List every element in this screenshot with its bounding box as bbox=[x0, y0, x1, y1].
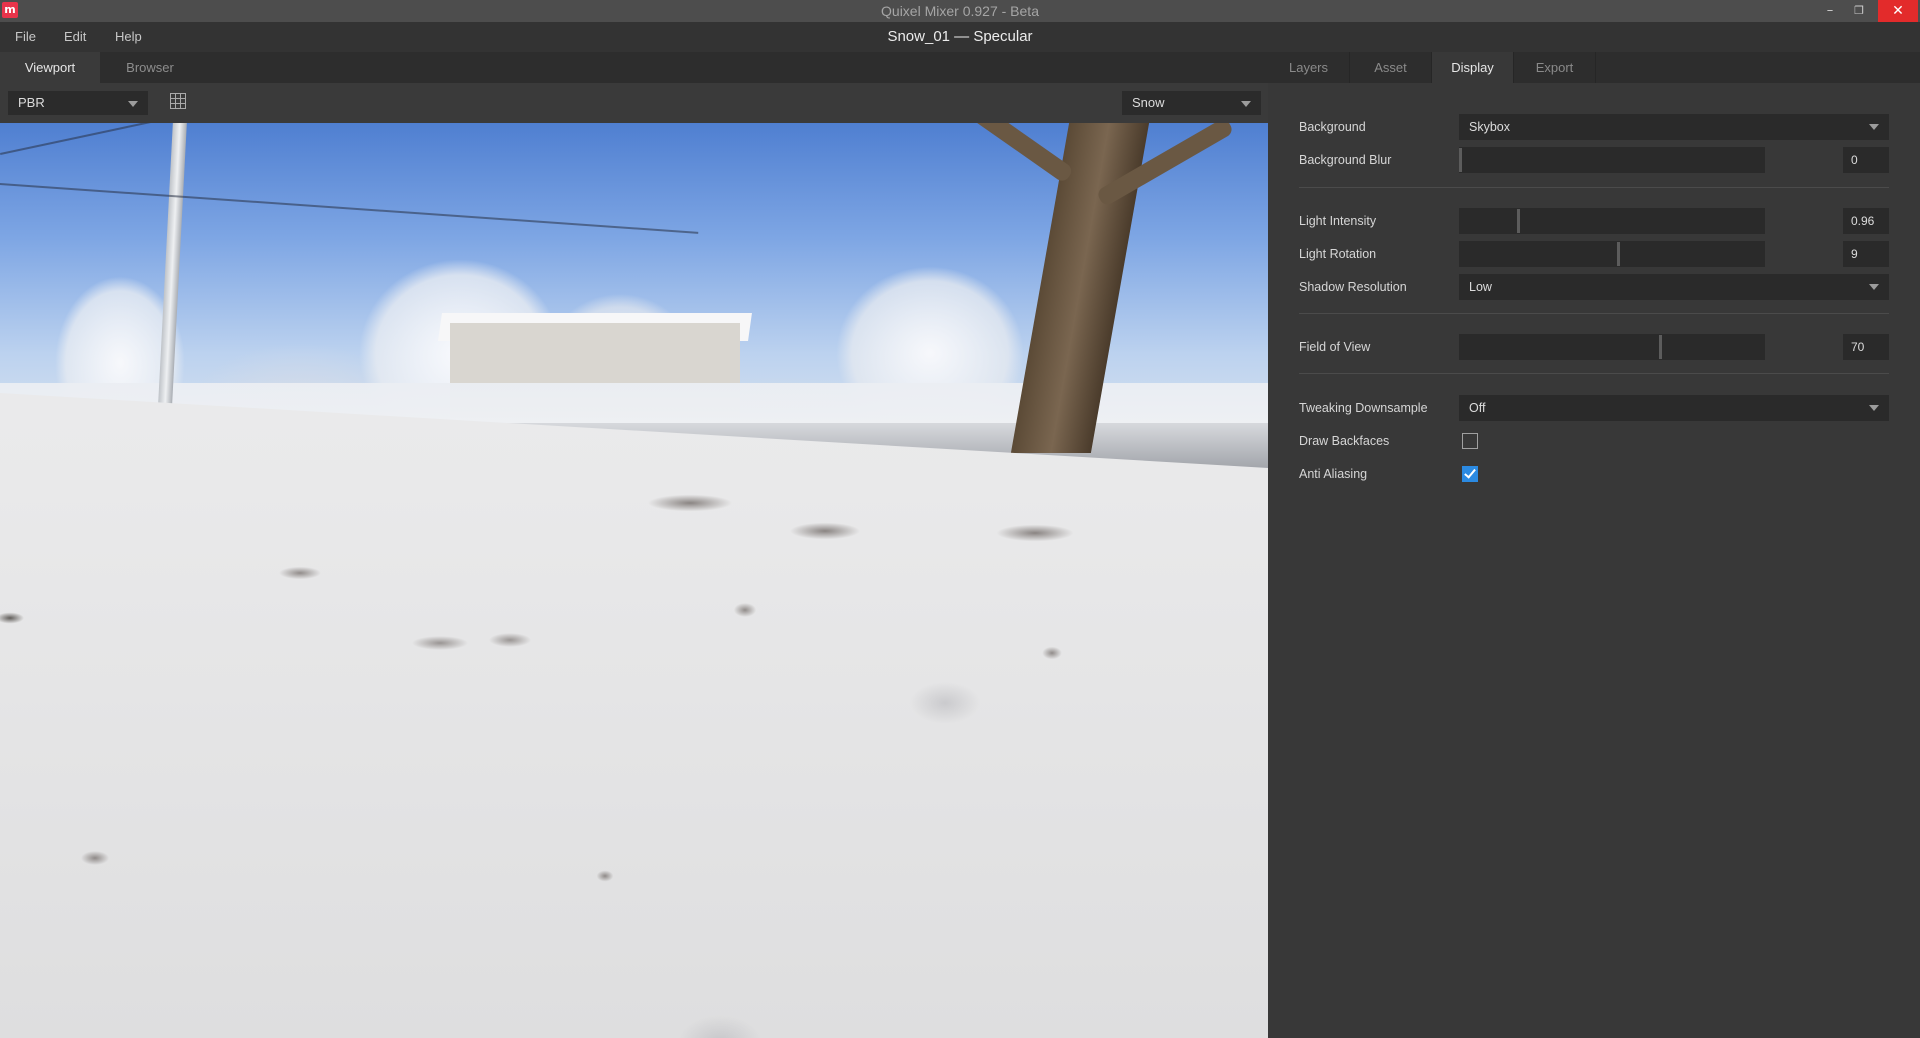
anti-aliasing-checkbox[interactable] bbox=[1462, 466, 1478, 482]
properties-panel: Layers Asset Display Export Background S… bbox=[1268, 52, 1920, 1038]
chevron-down-icon bbox=[1241, 101, 1251, 107]
light-intensity-label: Light Intensity bbox=[1299, 214, 1377, 228]
title-bar: m Quixel Mixer 0.927 - Beta – ❐ ✕ bbox=[0, 0, 1920, 22]
left-tab-strip: Viewport Browser bbox=[0, 52, 1268, 83]
menu-file[interactable]: File bbox=[15, 22, 36, 52]
background-value: Skybox bbox=[1469, 120, 1510, 134]
chevron-down-icon bbox=[1869, 284, 1879, 290]
tab-viewport[interactable]: Viewport bbox=[0, 52, 100, 83]
close-button[interactable]: ✕ bbox=[1878, 0, 1918, 22]
app-title: Quixel Mixer 0.927 - Beta bbox=[881, 3, 1039, 19]
tab-layers[interactable]: Layers bbox=[1268, 52, 1350, 83]
tab-asset[interactable]: Asset bbox=[1350, 52, 1432, 83]
viewport-toolbar: PBR Snow bbox=[0, 83, 1268, 123]
3d-viewport[interactable] bbox=[0, 123, 1268, 1038]
tab-export[interactable]: Export bbox=[1514, 52, 1596, 83]
slider-handle[interactable] bbox=[1659, 335, 1662, 359]
light-rotation-slider[interactable] bbox=[1459, 241, 1765, 267]
draw-backfaces-label: Draw Backfaces bbox=[1299, 434, 1390, 448]
tweaking-downsample-dropdown[interactable]: Off bbox=[1459, 395, 1889, 421]
shadow-resolution-label: Shadow Resolution bbox=[1299, 280, 1407, 294]
field-of-view-slider[interactable] bbox=[1459, 334, 1765, 360]
background-label: Background bbox=[1299, 120, 1366, 134]
tweaking-downsample-value: Off bbox=[1469, 401, 1486, 415]
material-value: Snow bbox=[1132, 95, 1165, 110]
tab-display[interactable]: Display bbox=[1432, 52, 1514, 83]
anti-aliasing-label: Anti Aliasing bbox=[1299, 467, 1368, 481]
background-blur-label: Background Blur bbox=[1299, 153, 1392, 167]
slider-handle[interactable] bbox=[1617, 242, 1620, 266]
shadow-resolution-value: Low bbox=[1469, 280, 1492, 294]
menu-help[interactable]: Help bbox=[115, 22, 142, 52]
material-dropdown[interactable]: Snow bbox=[1122, 91, 1261, 115]
field-of-view-label: Field of View bbox=[1299, 340, 1371, 354]
minimize-button[interactable]: – bbox=[1815, 0, 1845, 22]
background-blur-input[interactable]: 0 bbox=[1843, 147, 1889, 173]
slider-handle[interactable] bbox=[1517, 209, 1520, 233]
right-tab-strip: Layers Asset Display Export bbox=[1268, 52, 1920, 83]
maximize-button[interactable]: ❐ bbox=[1844, 0, 1874, 22]
section-divider bbox=[1299, 313, 1889, 314]
light-rotation-input[interactable]: 9 bbox=[1843, 241, 1889, 267]
light-intensity-input[interactable]: 0.96 bbox=[1843, 208, 1889, 234]
chevron-down-icon bbox=[1869, 124, 1879, 130]
background-blur-slider[interactable] bbox=[1459, 147, 1765, 173]
background-dropdown[interactable]: Skybox bbox=[1459, 114, 1889, 140]
draw-backfaces-checkbox[interactable] bbox=[1462, 433, 1478, 449]
section-divider bbox=[1299, 187, 1889, 188]
chevron-down-icon bbox=[128, 101, 138, 107]
chevron-down-icon bbox=[1869, 405, 1879, 411]
field-of-view-input[interactable]: 70 bbox=[1843, 334, 1889, 360]
tweaking-downsample-label: Tweaking Downsample bbox=[1299, 401, 1428, 415]
light-rotation-label: Light Rotation bbox=[1299, 247, 1377, 261]
checkmark-icon bbox=[1464, 466, 1476, 479]
slider-handle[interactable] bbox=[1459, 148, 1462, 172]
shadow-resolution-dropdown[interactable]: Low bbox=[1459, 274, 1889, 300]
tab-browser[interactable]: Browser bbox=[100, 52, 200, 83]
light-intensity-slider[interactable] bbox=[1459, 208, 1765, 234]
menu-edit[interactable]: Edit bbox=[64, 22, 86, 52]
render-mode-value: PBR bbox=[18, 95, 45, 110]
grid-icon[interactable] bbox=[170, 93, 186, 109]
menu-bar: File Edit Help bbox=[0, 22, 1920, 52]
render-mode-dropdown[interactable]: PBR bbox=[8, 91, 148, 115]
section-divider bbox=[1299, 373, 1889, 374]
